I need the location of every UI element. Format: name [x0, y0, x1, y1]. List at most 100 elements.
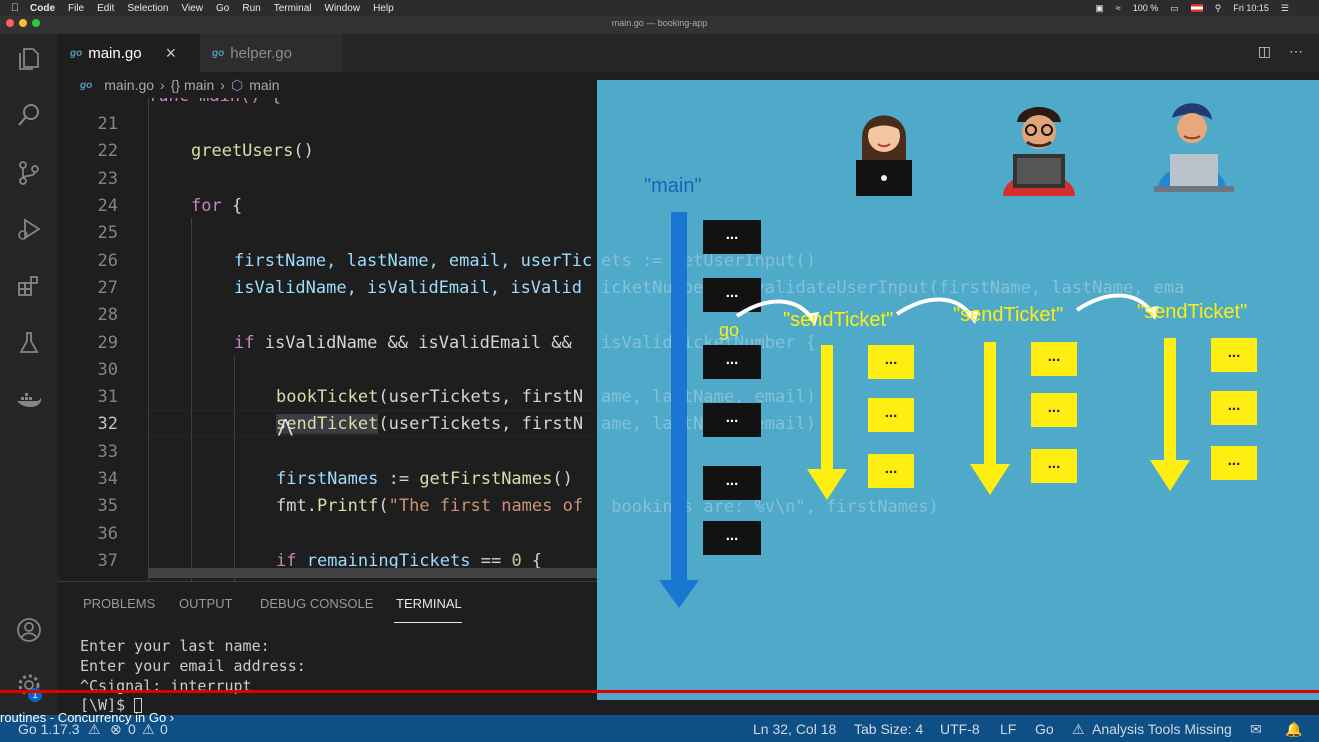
code-text: Printf	[316, 496, 379, 516]
indent-guide	[191, 218, 192, 581]
code-text: firstNames	[276, 469, 379, 489]
menu-file[interactable]: File	[68, 3, 84, 14]
cursor-position[interactable]: Ln 32, Col 18	[753, 721, 836, 737]
line-number: 27	[97, 278, 118, 298]
line-number: 24	[97, 196, 118, 216]
breadcrumb-file[interactable]: main.go	[104, 77, 154, 93]
code-text: fmt.	[276, 496, 317, 516]
code-line-35: fmt.Printf("The first names of	[276, 496, 583, 516]
menu-edit[interactable]: Edit	[97, 3, 114, 14]
window-title: main.go — booking-app	[611, 18, 708, 28]
breadcrumb-function[interactable]: main	[249, 77, 279, 93]
code-text: "The first names of	[388, 496, 584, 516]
window-title-bar: main.go — booking-app	[0, 16, 1319, 34]
indent-guide	[148, 98, 149, 581]
tab-problems[interactable]: PROBLEMS	[83, 596, 155, 611]
tab-terminal[interactable]: TERMINAL	[396, 596, 462, 611]
code-line-31: bookTicket(userTickets, firstN	[276, 387, 583, 407]
code-line-32: sendTicket(userTickets, firstN	[276, 414, 583, 434]
menu-selection[interactable]: Selection	[127, 3, 168, 14]
end-of-line[interactable]: LF	[1000, 721, 1016, 737]
battery-icon[interactable]: ▭	[1170, 3, 1179, 14]
go-file-icon: go	[70, 47, 83, 59]
video-progress-bar[interactable]	[0, 690, 1319, 693]
more-actions-icon[interactable]: ⋯	[1289, 43, 1303, 60]
zoom-window-button[interactable]	[32, 19, 40, 27]
tab-size[interactable]: Tab Size: 4	[854, 721, 923, 737]
menu-app-name[interactable]: Code	[30, 3, 55, 14]
line-number: 35	[97, 496, 118, 516]
goroutine-label: "sendTicket"	[953, 304, 1064, 326]
code-text: for	[191, 196, 222, 216]
tab-label: helper.go	[230, 44, 292, 62]
tab-main-go[interactable]: go main.go ×	[58, 34, 200, 72]
flag-icon[interactable]	[1190, 4, 1203, 12]
goroutine-task-block: ...	[868, 398, 914, 432]
text-cursor-icon: ⋀	[278, 416, 293, 437]
menu-view[interactable]: View	[182, 3, 204, 14]
file-encoding[interactable]: UTF-8	[940, 721, 980, 737]
minimize-window-button[interactable]	[19, 19, 27, 27]
code-editor[interactable]: func main() { 21 22 greetUsers() 23 24 f…	[58, 98, 598, 581]
language-mode[interactable]: Go	[1035, 721, 1054, 737]
code-text: (userTickets, firstN	[378, 414, 584, 434]
line-number: 22	[97, 141, 118, 161]
editor-actions: ◫ ⋯	[1258, 43, 1303, 60]
go-file-icon: go	[212, 47, 225, 59]
explorer-icon[interactable]	[12, 42, 46, 76]
search-icon[interactable]	[12, 98, 46, 132]
testing-flask-icon[interactable]	[12, 326, 46, 360]
line-number: 25	[97, 223, 118, 243]
goroutine-task-block: ...	[1031, 342, 1077, 376]
code-text: func main() {	[148, 98, 281, 106]
screen-record-icon[interactable]: ▣	[1095, 3, 1104, 14]
code-text: :=	[378, 469, 420, 489]
menu-terminal[interactable]: Terminal	[274, 3, 312, 14]
split-editor-icon[interactable]: ◫	[1258, 43, 1271, 60]
notifications-bell-icon[interactable]: 🔔	[1285, 721, 1302, 738]
tab-output[interactable]: OUTPUT	[179, 596, 232, 611]
goroutine-task-block: ...	[1031, 393, 1077, 427]
menu-extras-icon[interactable]: ☰	[1281, 3, 1289, 14]
code-text: ()	[552, 469, 573, 489]
run-debug-icon[interactable]	[12, 212, 46, 246]
breadcrumb-package[interactable]: {} main	[171, 77, 215, 93]
menu-help[interactable]: Help	[373, 3, 394, 14]
menu-window[interactable]: Window	[325, 3, 361, 14]
menu-clock[interactable]: Fri 10:15	[1233, 3, 1269, 13]
feedback-icon[interactable]: ✉	[1250, 721, 1262, 738]
tab-debug-console[interactable]: DEBUG CONSOLE	[260, 596, 373, 611]
apple-icon[interactable]: 	[0, 2, 30, 14]
battery-level[interactable]: 100 %	[1133, 3, 1159, 13]
menu-go[interactable]: Go	[216, 3, 229, 14]
line-number: 33	[97, 442, 118, 462]
close-window-button[interactable]	[6, 19, 14, 27]
goroutine-arrow	[1150, 338, 1190, 491]
spotlight-search-icon[interactable]: ⚲	[1215, 3, 1222, 14]
editor-tab-bar: go main.go × go helper.go ◫ ⋯	[58, 34, 1319, 72]
tab-helper-go[interactable]: go helper.go	[200, 34, 342, 72]
accounts-icon[interactable]	[12, 613, 46, 647]
video-chapter-title[interactable]: routines - Concurrency in Go ›	[0, 710, 174, 725]
line-number: 36	[97, 524, 118, 544]
goroutine-arrow	[970, 342, 1010, 495]
terminal-line: Enter your email address:	[80, 657, 306, 675]
line-number: 32	[97, 414, 118, 434]
goroutine-task-block: ...	[1031, 449, 1077, 483]
line-number: 26	[97, 251, 118, 271]
docker-whale-icon[interactable]	[12, 384, 46, 418]
line-number: 29	[97, 333, 118, 353]
close-tab-icon[interactable]: ×	[166, 43, 177, 64]
macos-menu-bar:  Code File Edit Selection View Go Run T…	[0, 0, 1319, 16]
extensions-icon[interactable]	[12, 269, 46, 303]
horizontal-scrollbar[interactable]	[148, 568, 598, 578]
menu-run[interactable]: Run	[242, 3, 260, 14]
breadcrumb: go main.go › {} main › ⬡ main	[58, 72, 598, 98]
concurrency-slide-overlay: ets := getUserInput() icketNumber := val…	[597, 80, 1319, 700]
cube-icon: ⬡	[230, 76, 244, 93]
wifi-icon[interactable]: ≈	[1116, 3, 1121, 13]
goroutine-label: "sendTicket"	[783, 309, 894, 331]
source-control-icon[interactable]	[12, 156, 46, 190]
chapter-title-text: routines - Concurrency in Go	[0, 710, 167, 725]
analysis-tools-status[interactable]: Analysis Tools Missing	[1092, 721, 1232, 737]
